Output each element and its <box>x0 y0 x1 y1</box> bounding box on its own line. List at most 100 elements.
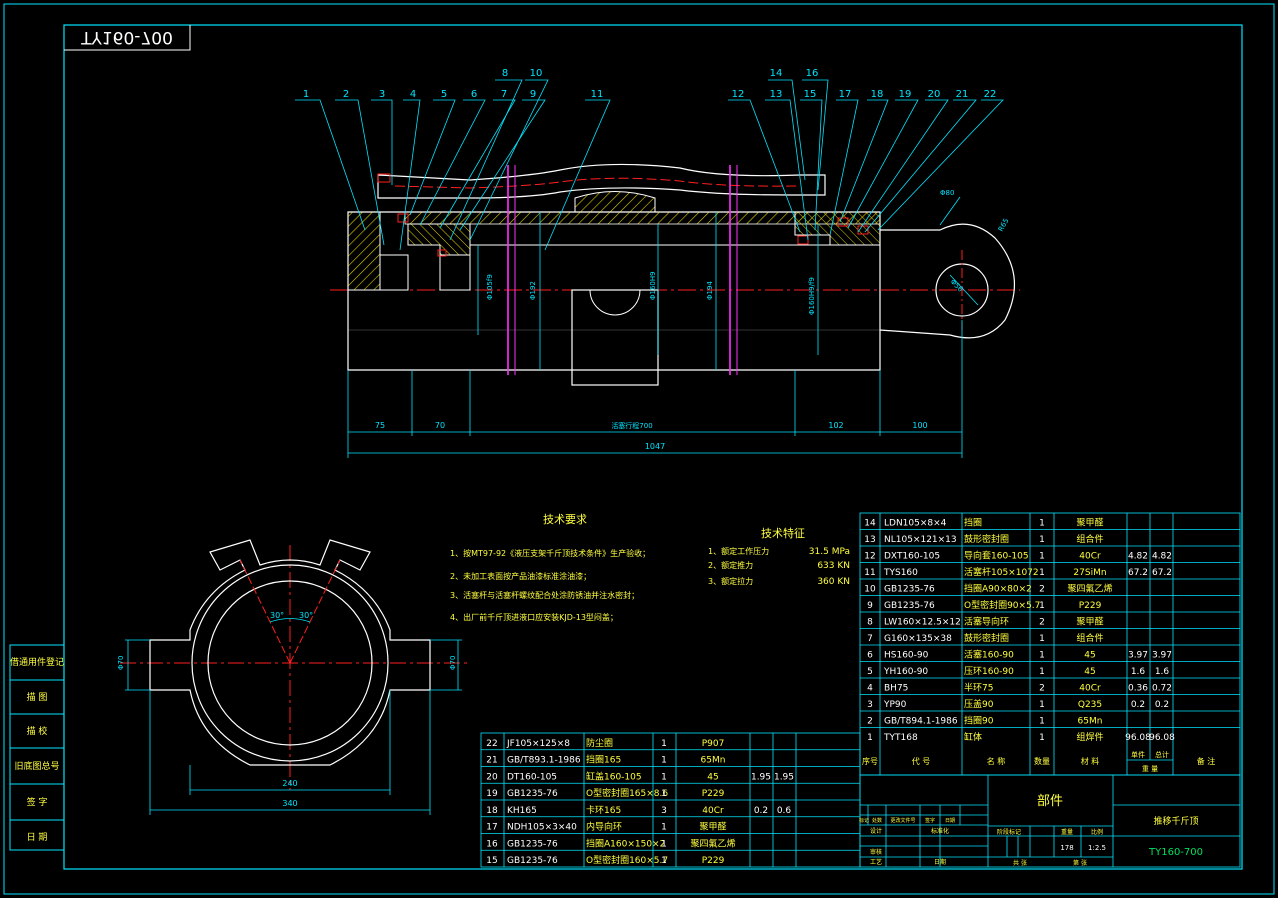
balloon-20: 20 <box>928 89 941 100</box>
balloon-8: 8 <box>502 68 508 79</box>
bom-right-cell-code: DXT160-105 <box>884 552 940 562</box>
bom-left-cell-qty: 1 <box>661 756 667 766</box>
bom-left-cell-w1: 0.2 <box>754 806 768 816</box>
bom-left-cell-qty: 1 <box>661 789 667 799</box>
bom-right-cell-qty: 2 <box>1039 585 1045 595</box>
bom-right-cell-code: LW160×12.5×12 <box>884 618 961 628</box>
bom-left-cell-mat: 45 <box>707 772 718 782</box>
bom-left-cell-qty: 1 <box>661 839 667 849</box>
tb-unit: 部件 <box>1037 794 1063 809</box>
bom-left-cell-w2: 0.6 <box>777 806 792 816</box>
bom-right-cell-qty: 1 <box>1039 717 1045 727</box>
tb-col-2: 更改文件号 <box>890 817 915 824</box>
bom-right-cell-qty: 1 <box>1039 733 1045 743</box>
bom-left-cell-name: 缸盖160-105 <box>586 770 642 782</box>
bom-right-cell-name: 鼓形密封圈 <box>964 533 1009 545</box>
bom-right-cell-name: 挡圈A90×80×2 <box>964 583 1032 595</box>
bom-left-cell-name: O型密封圈165×8.6 <box>586 787 668 799</box>
angle-right: 30° <box>299 611 313 620</box>
bom-right-cell-w2: 1.6 <box>1155 667 1170 677</box>
spec-3-label: 3、额定拉力 <box>708 576 753 586</box>
bom-right-cell-w1: 3.97 <box>1128 651 1148 661</box>
bom-right-cell-name: 半环75 <box>964 682 993 694</box>
tb-number: TY160-700 <box>1148 847 1203 858</box>
mirrored-number-box: TY160-700 <box>64 25 191 51</box>
balloon-9: 9 <box>530 89 536 100</box>
tb-approve: 日期 <box>934 858 946 866</box>
dim-seg-2: 70 <box>435 421 445 430</box>
balloon-14: 14 <box>770 68 783 79</box>
bom-right-cell-w2: 0.72 <box>1152 684 1172 694</box>
dim-overall: 1047 <box>645 442 665 451</box>
bom-right-cell-w1: 0.36 <box>1128 684 1148 694</box>
bom-right-cell-no: 6 <box>867 651 873 661</box>
balloon-22: 22 <box>984 89 997 100</box>
bom-left-cell-mat: 聚四氟乙烯 <box>690 837 735 849</box>
dim-rod-dia: Φ105f9 <box>486 274 494 300</box>
bom-left-cell-code: NDH105×3×40 <box>507 823 577 833</box>
side-label-4: 旧底图总号 <box>14 760 59 772</box>
bom-right-cell-no: 9 <box>867 601 873 611</box>
bom-right-cell-name: O型密封圈90×5.7 <box>964 599 1040 611</box>
balloon-19: 19 <box>899 89 912 100</box>
bom-right-cell-mat: 聚甲醛 <box>1076 616 1103 628</box>
bom-right-cell-name: 压环160-90 <box>964 666 1014 677</box>
bom-right-cell-name: 活塞160-90 <box>964 649 1014 661</box>
side-label-6: 日 期 <box>27 832 48 843</box>
section-view: 30° 30° 240 340 Φ70 Φ70 <box>117 539 470 815</box>
bom-right-cell-no: 14 <box>864 519 876 529</box>
bom-right-cell-qty: 2 <box>1039 684 1045 694</box>
tb-col-3: 签字 <box>925 817 935 824</box>
bom-right-cell-code: YH160-90 <box>883 667 928 677</box>
tb-row-1: 标记 <box>859 817 869 824</box>
cad-drawing: TY160-700 借通用件登记 描 图 描 校 旧底图总号 签 字 日 期 Φ… <box>3 3 1275 895</box>
bom-right-cell-no: 5 <box>867 667 873 677</box>
dim-trunnion-right: Φ70 <box>449 656 457 670</box>
bom-right-cell-name: 导向套160-105 <box>964 550 1029 562</box>
bom-right-cell-name: 挡圈90 <box>964 715 994 727</box>
balloon-numbers: 1 2 3 4 5 6 7 8 9 10 11 12 13 14 15 16 1… <box>303 68 997 100</box>
hdr-w-single: 单件 <box>1131 750 1145 759</box>
dim-trunnion-left: Φ70 <box>117 656 125 670</box>
bom-right-cell-w2: 4.82 <box>1152 552 1172 562</box>
dim-seg-1: 75 <box>375 421 385 430</box>
bom-right-cell-mat: 45 <box>1084 651 1095 661</box>
hdr-remark: 备 注 <box>1197 756 1216 766</box>
bom-left-cell-no: 22 <box>486 739 497 749</box>
balloon-4: 4 <box>410 89 416 100</box>
bom-left-cell-qty: 1 <box>661 823 667 833</box>
bom-left-cell-no: 19 <box>486 789 498 799</box>
mirrored-number: TY160-700 <box>80 27 173 47</box>
balloon-16: 16 <box>806 68 819 79</box>
bom-right-cell-w1: 67.2 <box>1128 568 1148 578</box>
bom-left-cell-no: 16 <box>486 839 498 849</box>
tb-stage-label: 阶段标记 <box>997 828 1021 836</box>
bom-right-cell-name: 压盖90 <box>964 698 994 710</box>
balloon-18: 18 <box>871 89 884 100</box>
tb-row-2: 设计 <box>870 827 882 835</box>
bom-right-cell-w1: 0.2 <box>1131 700 1145 710</box>
bom-left-rows: 22 JF105×125×8 防尘圈 1 P907 21 GB/T893.1-1986 挡圈1… <box>481 737 860 866</box>
bom-left-cell-no: 21 <box>486 756 497 766</box>
bom-left-cell-code: GB1235-76 <box>507 789 558 799</box>
bom-right-cell-w2: 67.2 <box>1152 568 1172 578</box>
bom-right-cell-mat: 45 <box>1084 667 1095 677</box>
balloon-13: 13 <box>770 89 783 100</box>
cylinder-main-view: Φ56 Φ80 R65 Φ105f9 Φ192 Φ160H9 Φ194 Φ160… <box>330 163 1020 458</box>
bom-right-cell-qty: 2 <box>1039 618 1045 628</box>
bom-left-cell-mat: P229 <box>702 856 725 866</box>
bom-left-cell-name: 防尘圈 <box>586 737 613 749</box>
bom-right-cell-code: GB1235-76 <box>884 601 935 611</box>
bom-right-cell-code: TYT168 <box>883 733 918 743</box>
side-label-5: 签 字 <box>27 796 48 808</box>
bom-right-cell-code: G160×135×38 <box>884 634 952 644</box>
balloon-11: 11 <box>591 89 604 100</box>
dim-340: 340 <box>282 799 297 808</box>
spec-3-value: 360 KN <box>817 577 850 587</box>
bom-left-cell-qty: 1 <box>661 739 667 749</box>
bom-right-cell-mat: 65Mn <box>1078 717 1103 727</box>
bom-right-cell-qty: 1 <box>1039 568 1045 578</box>
tb-scale-label: 比例 <box>1091 828 1103 836</box>
spec-1-value: 31.5 MPa <box>809 547 850 557</box>
bom-right-cell-mat: 27SiMn <box>1073 568 1106 578</box>
